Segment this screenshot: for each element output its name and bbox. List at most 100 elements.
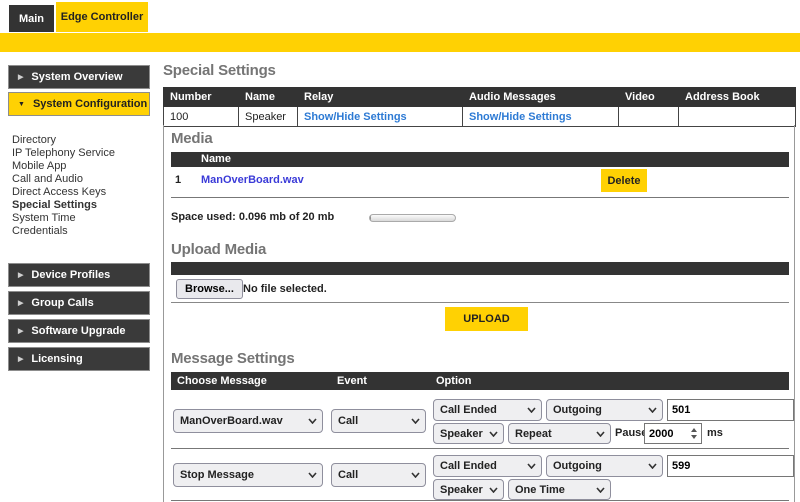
select-value: One Time: [515, 484, 565, 496]
chevron-down-icon: [411, 472, 420, 478]
sidebar-section-software-upgrade[interactable]: ▶ Software Upgrade: [8, 319, 150, 343]
direction-select[interactable]: Outgoing: [546, 455, 663, 477]
sidebar-section-system-overview[interactable]: ▶ System Overview: [8, 65, 150, 89]
upload-media-title: Upload Media: [171, 241, 266, 258]
sidebar-item-system-time[interactable]: System Time: [12, 212, 152, 225]
col-address-book: Address Book: [679, 88, 796, 107]
choose-message-select[interactable]: ManOverBoard.wav: [173, 409, 323, 433]
sidebar-item-direct-access-keys[interactable]: Direct Access Keys: [12, 186, 152, 199]
choose-message-select[interactable]: Stop Message: [173, 463, 323, 487]
settings-panel: Media Name 1 ManOverBoard.wav Delete Spa…: [163, 125, 795, 502]
chevron-down-icon: [596, 487, 605, 493]
message-row: ManOverBoard.wav Call Call Ended Outgoin…: [164, 397, 796, 447]
chevron-down-icon: [527, 463, 536, 469]
chevron-right-icon: ▶: [18, 327, 23, 335]
page-title: Special Settings: [163, 62, 276, 79]
cell-number: 100: [164, 107, 239, 127]
pause-label: Pause: [615, 427, 647, 439]
direction-select[interactable]: Outgoing: [546, 399, 663, 421]
pause-input[interactable]: [644, 423, 702, 444]
media-file-link[interactable]: ManOverBoard.wav: [201, 174, 304, 186]
select-value: Call: [338, 415, 358, 427]
col-number: Number: [164, 88, 239, 107]
upload-table-header: [171, 262, 789, 275]
audio-show-hide-link[interactable]: Show/Hide Settings: [469, 111, 572, 123]
col-option: Option: [436, 375, 471, 387]
media-separator: [171, 197, 789, 198]
col-name: Name: [239, 88, 298, 107]
sidebar-section-label: Software Upgrade: [31, 325, 125, 337]
media-row-index: 1: [175, 174, 181, 186]
sidebar-item-credentials[interactable]: Credentials: [12, 225, 152, 238]
delete-media-button[interactable]: Delete: [601, 169, 647, 192]
col-relay: Relay: [298, 88, 463, 107]
media-table-header: Name: [171, 152, 789, 167]
chevron-down-icon: [596, 431, 605, 437]
sidebar-item-ip-telephony-service[interactable]: IP Telephony Service: [12, 147, 152, 160]
sidebar-item-call-and-audio[interactable]: Call and Audio: [12, 173, 152, 186]
row-separator: [171, 500, 789, 501]
table-row: 100 Speaker Show/Hide Settings Show/Hide…: [164, 107, 796, 127]
sidebar-section-group-calls[interactable]: ▶ Group Calls: [8, 291, 150, 315]
spinner-icon[interactable]: [688, 428, 701, 439]
table-header-row: Number Name Relay Audio Messages Video A…: [164, 88, 796, 107]
tab-edge-controller[interactable]: Edge Controller: [56, 2, 148, 32]
sidebar-item-special-settings[interactable]: Special Settings: [12, 199, 152, 212]
col-audio-messages: Audio Messages: [463, 88, 619, 107]
message-row: Stop Message Call Call Ended Outgoing Sp…: [164, 453, 796, 500]
number-input[interactable]: [667, 399, 794, 421]
select-value: Outgoing: [553, 404, 602, 416]
ms-label: ms: [707, 427, 723, 439]
sidebar-item-directory[interactable]: Directory: [12, 134, 152, 147]
chevron-down-icon: [489, 431, 498, 437]
call-state-select[interactable]: Call Ended: [433, 399, 542, 421]
chevron-down-icon: ▼: [18, 101, 25, 108]
chevron-down-icon: [648, 407, 657, 413]
special-settings-table: Number Name Relay Audio Messages Video A…: [163, 87, 796, 127]
pause-value[interactable]: [645, 428, 688, 440]
message-settings-title: Message Settings: [171, 350, 295, 367]
target-select[interactable]: Speaker: [433, 479, 504, 500]
tab-main[interactable]: Main: [9, 5, 54, 32]
sidebar-section-system-configuration[interactable]: ▼ System Configuration: [8, 92, 150, 116]
sidebar-section-device-profiles[interactable]: ▶ Device Profiles: [8, 263, 150, 287]
chevron-down-icon: [527, 407, 536, 413]
call-state-select[interactable]: Call Ended: [433, 455, 542, 477]
chevron-down-icon: [308, 472, 317, 478]
sidebar-section-label: Device Profiles: [31, 269, 110, 281]
relay-show-hide-link[interactable]: Show/Hide Settings: [304, 111, 407, 123]
sidebar-config-submenu: Directory IP Telephony Service Mobile Ap…: [12, 134, 152, 238]
col-event: Event: [337, 375, 367, 387]
sidebar-section-label: Licensing: [31, 353, 82, 365]
select-value: Repeat: [515, 428, 552, 440]
select-value: Speaker: [440, 428, 483, 440]
message-settings-header: Choose Message Event Option: [171, 372, 789, 390]
select-value: Call: [338, 469, 358, 481]
select-value: Stop Message: [180, 469, 254, 481]
chevron-down-icon: [308, 418, 317, 424]
sidebar-section-label: System Overview: [31, 71, 122, 83]
col-video: Video: [619, 88, 679, 107]
chevron-down-icon: [489, 487, 498, 493]
browse-button[interactable]: Browse...: [176, 279, 243, 299]
target-select[interactable]: Speaker: [433, 423, 504, 444]
yellow-header-strip: [0, 33, 800, 52]
repeat-mode-select[interactable]: Repeat: [508, 423, 611, 444]
event-select[interactable]: Call: [331, 463, 426, 487]
file-input-row: Browse... No file selected.: [171, 275, 789, 303]
media-title: Media: [171, 130, 213, 147]
chevron-right-icon: ▶: [18, 299, 23, 307]
number-input[interactable]: [667, 455, 794, 477]
event-select[interactable]: Call: [331, 409, 426, 433]
row-separator: [171, 448, 789, 449]
cell-address-book: [679, 107, 796, 127]
sidebar-section-licensing[interactable]: ▶ Licensing: [8, 347, 150, 371]
chevron-right-icon: ▶: [18, 73, 23, 81]
space-used-text: Space used: 0.096 mb of 20 mb: [171, 211, 334, 223]
chevron-down-icon: [648, 463, 657, 469]
repeat-mode-select[interactable]: One Time: [508, 479, 611, 500]
upload-button[interactable]: UPLOAD: [445, 307, 528, 331]
select-value: Call Ended: [440, 404, 497, 416]
sidebar-item-mobile-app[interactable]: Mobile App: [12, 160, 152, 173]
chevron-down-icon: [411, 418, 420, 424]
